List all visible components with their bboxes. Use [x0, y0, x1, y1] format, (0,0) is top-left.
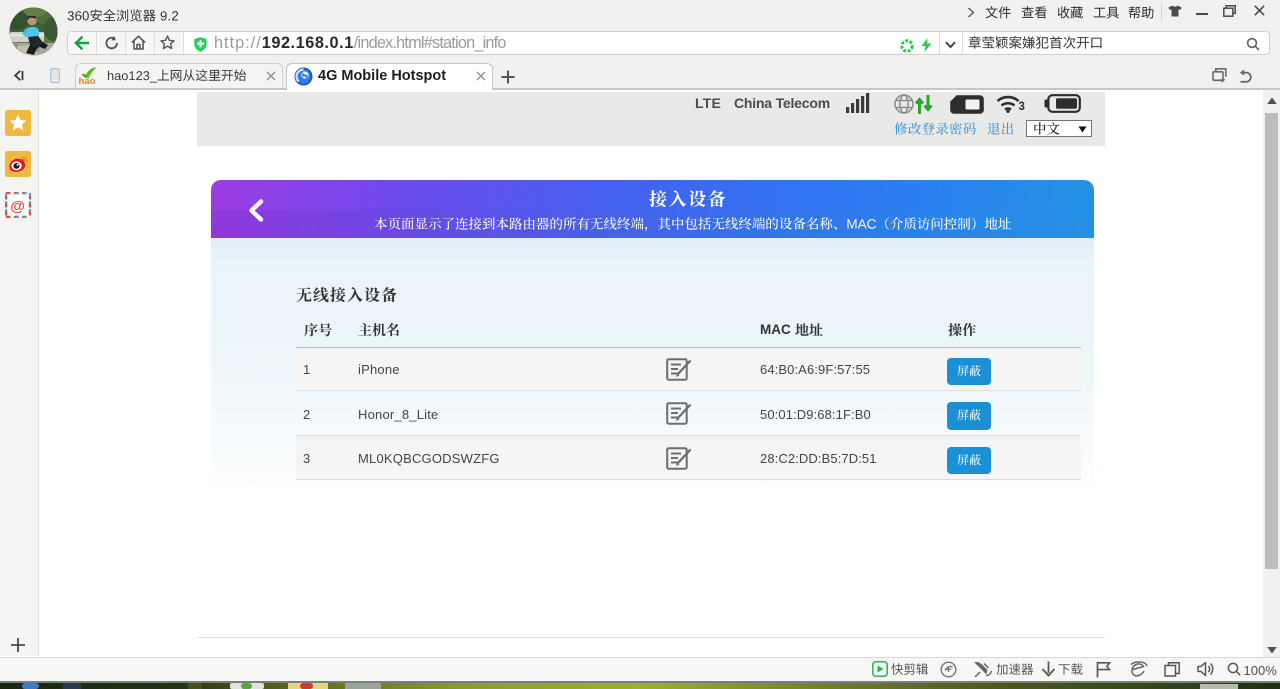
svg-text:@: @ — [10, 198, 25, 215]
svg-text:hao: hao — [79, 76, 96, 85]
